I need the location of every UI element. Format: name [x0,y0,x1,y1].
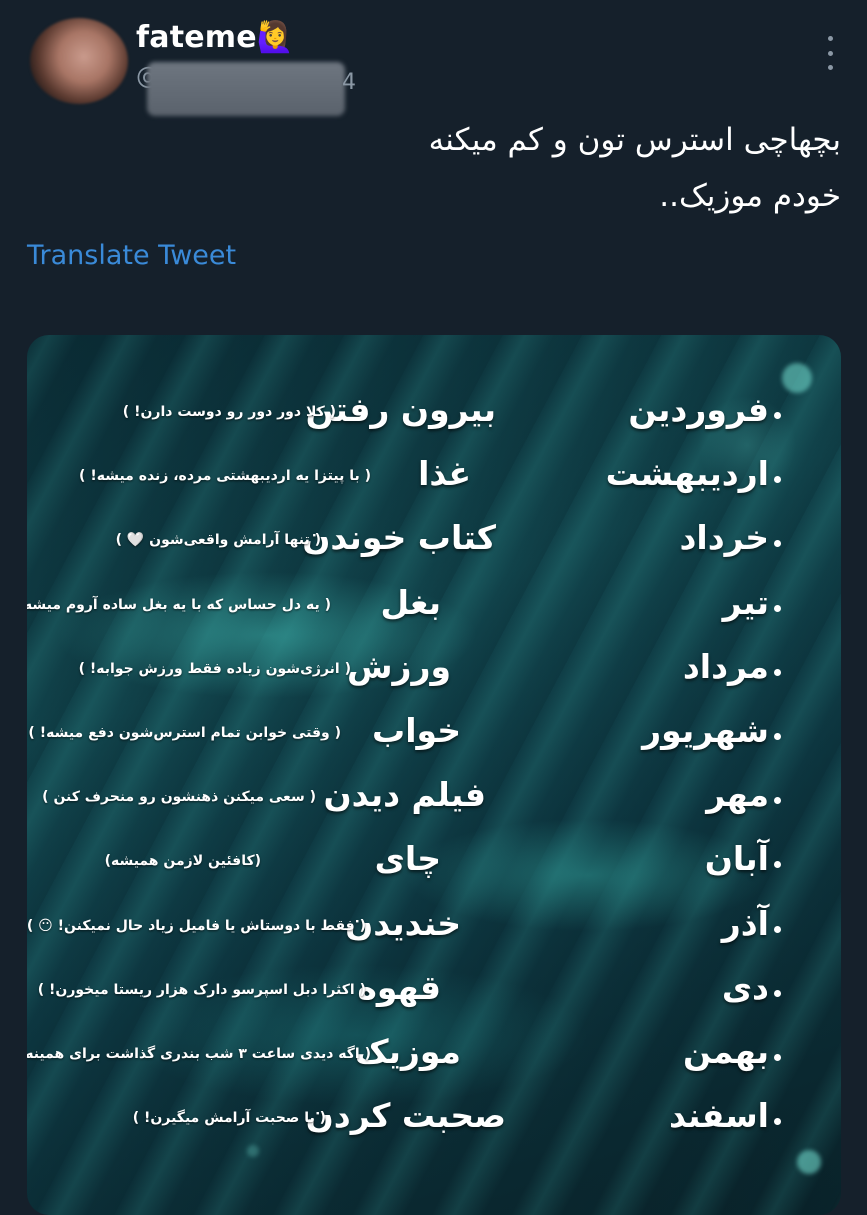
month-row: اسفند صحبت کردن( با صحبت آرامش میگیرن! ) [27,1096,841,1160]
activity-note: ( اکثرا دبل اسپرسو دارک هزار ریستا میخور… [37,981,366,998]
month-label: اردیبهشت [605,454,769,494]
author-handle-tail: 4 [342,70,356,95]
activity-note: ( فقط با دوستاش یا فامیل زیاد حال نمیکنن… [27,917,366,934]
activity-label: صحبت کردن [305,1096,506,1136]
activity-label: ورزش [346,646,451,686]
tweet-text: بچهاچی استرس تون و کم میکنه خودم موزیک.. [241,112,841,224]
bullet-icon [774,989,781,997]
bullet-icon [774,604,781,612]
bullet-icon [774,668,781,676]
month-row: آذر خندیدن( فقط با دوستاش یا فامیل زیاد ح… [27,904,841,968]
author-name[interactable]: fateme🙋‍♀️ [136,20,294,55]
activity-note: ( وقتی خوابن تمام استرس‌شون دفع میشه! ) [28,725,341,741]
month-label: تیر [722,582,769,622]
month-row: آبان چای (کافئین لازمن همیشه) [27,839,841,903]
bullet-icon [774,476,781,484]
activity-label: بغل [380,582,441,622]
activity-label: فیلم دیدن [323,775,486,815]
bullet-icon [774,861,781,869]
avatar[interactable] [30,18,128,104]
activity-label: قهوه [357,967,441,1007]
month-row: مهر فیلم دیدن ( سعی میکنن ذهنشون رو منحرف … [27,775,841,839]
bullet-icon [774,1118,781,1126]
month-label: آذر [721,903,769,943]
activity-note: ( کلا دور دور رو دوست دارن! ) [122,404,336,420]
translate-tweet-link[interactable]: Translate Tweet [27,240,236,271]
month-row: مرداد ورزش( انرژی‌شون زیاده فقط ورزش جواب… [27,647,841,711]
month-row: فروردین بیرون رفتن( کلا دور دور رو دوست د… [27,390,841,454]
month-row: خرداد کتاب خوندن( تنها آرامش واقعی‌شون 🤍 … [27,518,841,582]
activity-note: ( یه دل حساس که با یه بغل ساده آروم میشه… [27,596,331,613]
month-row: اردیبهشت غذا ( با پیتزا یه اردیبهشتی مرده،… [27,454,841,518]
bullet-icon [774,797,781,805]
bullet-icon [774,412,781,419]
activity-note: ( با صحبت آرامش میگیرن! ) [132,1110,326,1127]
activity-label: غذا [418,454,471,494]
activity-label: خواب [372,711,461,750]
bullet-icon [774,540,781,548]
activity-note: ( تنها آرامش واقعی‌شون 🤍 ) [115,532,321,549]
activity-note: ( با پیتزا یه اردیبهشتی مرده، زنده میشه!… [79,468,371,485]
month-row: تیر بغل ( یه دل حساس که با یه بغل ساده آرو… [27,583,841,647]
month-label: آبان [704,839,769,879]
month-label: بهمن [683,1032,769,1071]
bullet-icon [774,1054,781,1061]
bullet-icon [774,925,781,933]
author-handle-redacted [147,62,345,116]
activity-label: کتاب خوندن [302,518,496,558]
activity-label: چای [374,839,441,879]
month-label: مرداد [682,646,769,686]
month-label: اسفند [668,1096,769,1136]
month-label: خرداد [679,518,770,558]
month-label: دی [721,967,769,1007]
activity-note: ( اگه دیدی ساعت ۳ شب بندری گذاشت برای هم… [27,1046,371,1062]
month-label: شهریور [642,711,769,750]
bullet-icon [774,733,781,740]
activity-note: (کافئین لازمن همیشه) [104,853,261,870]
tweet-text-line: خودم موزیک.. [659,178,841,214]
month-row: بهمن موزیک( اگه دیدی ساعت ۳ شب بندری گذاش… [27,1032,841,1096]
tweet-media-image[interactable]: فروردین بیرون رفتن( کلا دور دور رو دوست د… [27,335,841,1215]
activity-note: ( سعی میکنن ذهنشون رو منحرف کنن ) [42,789,316,806]
month-row: شهریور خواب ( وقتی خوابن تمام استرس‌شون دف… [27,711,841,775]
month-label: مهر [706,775,769,815]
tweet-text-line: بچهاچی استرس تون و کم میکنه [428,122,841,158]
month-label: فروردین [628,390,769,429]
more-options-icon[interactable] [823,36,837,70]
activity-note: ( انرژی‌شون زیاده فقط ورزش جوابه! ) [78,660,351,677]
month-row: دی قهوه( اکثرا دبل اسپرسو دارک هزار ریستا… [27,968,841,1032]
